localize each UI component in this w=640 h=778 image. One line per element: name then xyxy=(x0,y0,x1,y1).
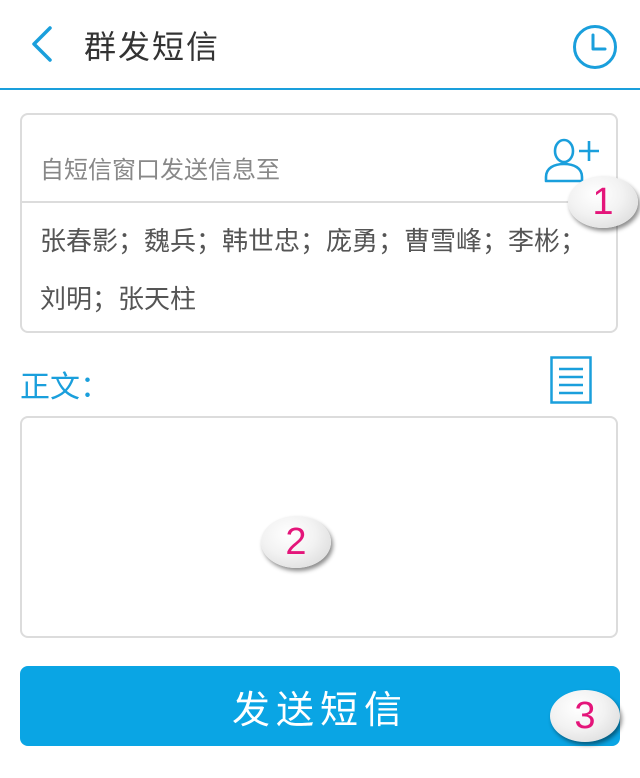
callout-marker-2: 2 xyxy=(261,516,331,568)
message-body-label: 正文： xyxy=(20,370,110,405)
page-title: 群发短信 xyxy=(84,28,221,66)
recipient-label: 自短信窗口发送信息至 xyxy=(40,156,280,184)
send-sms-button[interactable]: 发送短信 xyxy=(20,666,620,746)
recipient-list[interactable]: 张春影；魏兵；韩世忠；庞勇；曹雪峰；李彬；刘明；张天柱 xyxy=(40,213,600,329)
back-icon[interactable] xyxy=(28,24,58,64)
app-header: 群发短信 xyxy=(0,0,640,90)
callout-marker-3: 3 xyxy=(550,690,620,742)
clock-icon[interactable] xyxy=(572,24,618,70)
divider xyxy=(22,201,616,203)
template-icon[interactable] xyxy=(550,356,592,404)
recipient-panel: 自短信窗口发送信息至 张春影；魏兵；韩世忠；庞勇；曹雪峰；李彬；刘明；张天柱 xyxy=(20,113,618,333)
callout-marker-1: 1 xyxy=(568,176,638,228)
